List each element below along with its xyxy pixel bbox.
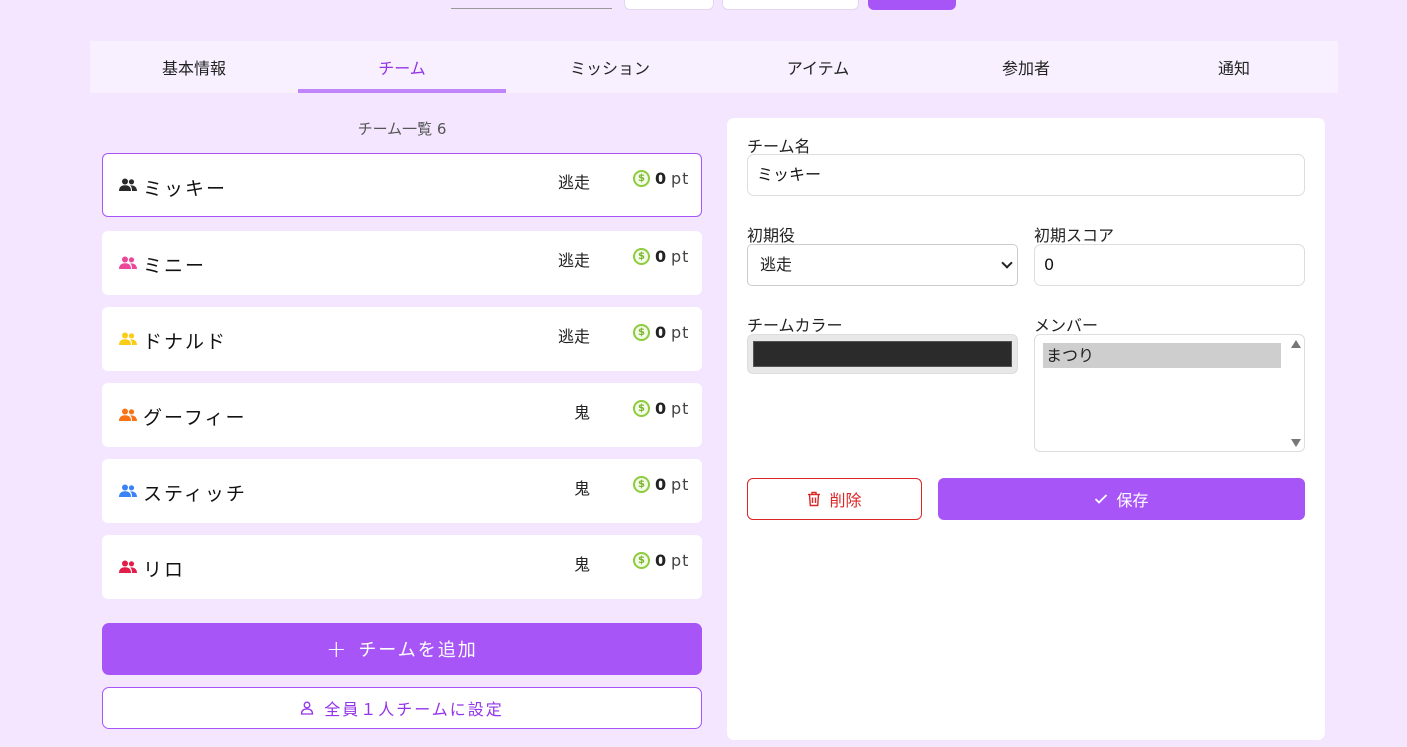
tab-basic-info[interactable]: 基本情報: [90, 41, 298, 93]
users-icon: [119, 332, 137, 345]
initial-score-input[interactable]: 0: [1034, 244, 1305, 286]
top-action-button[interactable]: [868, 0, 956, 10]
users-icon: [119, 484, 137, 497]
tab-teams[interactable]: チーム: [298, 41, 506, 93]
users-icon: [119, 256, 137, 269]
team-name: リロ: [143, 559, 186, 581]
team-card[interactable]: スティッチ 鬼 $ 0 pt: [102, 459, 702, 523]
tab-notifications[interactable]: 通知: [1130, 41, 1338, 93]
team-name: グーフィー: [143, 407, 247, 429]
coin-icon: $: [633, 324, 650, 341]
team-score: 0: [655, 247, 667, 266]
scroll-down-arrow[interactable]: [1291, 439, 1301, 447]
coin-icon: $: [633, 248, 650, 265]
team-score: 0: [655, 169, 667, 188]
coin-icon: $: [633, 476, 650, 493]
team-list-title: チーム一覧 6: [357, 120, 447, 138]
chevron-down-icon: [1001, 257, 1013, 269]
color-swatch: [753, 341, 1012, 367]
team-score: 0: [655, 475, 667, 494]
score-unit: pt: [671, 551, 690, 570]
tab-participants[interactable]: 参加者: [922, 41, 1130, 93]
team-score: 0: [655, 551, 667, 570]
team-card[interactable]: ミニー 逃走 $ 0 pt: [102, 231, 702, 295]
plus-icon: +: [326, 635, 349, 663]
top-search-input[interactable]: [451, 0, 612, 9]
score-unit: pt: [671, 323, 690, 342]
member-option[interactable]: まつり: [1043, 343, 1281, 368]
team-role: 逃走: [557, 327, 590, 346]
save-label: 保存: [1116, 491, 1149, 510]
team-name-input[interactable]: ミッキー: [747, 154, 1305, 196]
team-role: 逃走: [557, 251, 590, 270]
scroll-up-arrow[interactable]: [1291, 340, 1301, 348]
score-unit: pt: [671, 475, 690, 494]
coin-icon: $: [633, 170, 650, 187]
team-role: 鬼: [573, 403, 590, 422]
members-label: メンバー: [1034, 316, 1099, 335]
team-role: 鬼: [573, 479, 590, 498]
initial-role-value: 逃走: [760, 255, 793, 274]
team-name: スティッチ: [143, 483, 247, 505]
tab-bar: 基本情報 チーム ミッション アイテム 参加者 通知: [90, 41, 1338, 93]
team-score: 0: [655, 323, 667, 342]
delete-button[interactable]: 削除: [747, 478, 922, 520]
user-icon: [301, 701, 314, 715]
team-editor-panel: チーム名 ミッキー 初期役 逃走 初期スコア 0 チームカラー メンバー まつり…: [727, 118, 1325, 740]
coin-icon: $: [633, 400, 650, 417]
team-role: 鬼: [573, 555, 590, 574]
team-role: 逃走: [557, 173, 590, 192]
team-card[interactable]: グーフィー 鬼 $ 0 pt: [102, 383, 702, 447]
initial-role-select[interactable]: 逃走: [747, 244, 1018, 286]
add-team-label: チームを追加: [358, 640, 478, 661]
tab-items[interactable]: アイテム: [714, 41, 922, 93]
team-card[interactable]: リロ 鬼 $ 0 pt: [102, 535, 702, 599]
team-score: 0: [655, 399, 667, 418]
members-listbox[interactable]: まつり: [1034, 334, 1305, 452]
team-name: ミッキー: [143, 178, 228, 200]
delete-label: 削除: [829, 491, 862, 510]
score-unit: pt: [671, 169, 690, 188]
users-icon: [119, 408, 137, 421]
trash-icon: [808, 491, 821, 507]
tab-missions[interactable]: ミッション: [506, 41, 714, 93]
initial-score-label: 初期スコア: [1034, 226, 1115, 245]
check-icon: [1095, 494, 1108, 504]
team-card[interactable]: ドナルド 逃走 $ 0 pt: [102, 307, 702, 371]
users-icon: [119, 560, 137, 573]
users-icon: [119, 178, 137, 191]
team-name: ミニー: [143, 255, 207, 277]
team-color-picker[interactable]: [747, 334, 1018, 374]
team-name: ドナルド: [143, 331, 228, 353]
coin-icon: $: [633, 552, 650, 569]
team-color-label: チームカラー: [747, 316, 843, 335]
set-single-teams-label: 全員１人チームに設定: [324, 700, 504, 719]
score-unit: pt: [671, 247, 690, 266]
team-card[interactable]: ミッキー 逃走 $ 0 pt: [102, 153, 702, 217]
set-single-teams-button[interactable]: 全員１人チームに設定: [102, 687, 702, 729]
top-control-2[interactable]: [722, 0, 859, 10]
score-unit: pt: [671, 399, 690, 418]
top-control-1[interactable]: [624, 0, 714, 10]
save-button[interactable]: 保存: [938, 478, 1305, 520]
initial-role-label: 初期役: [747, 226, 796, 245]
add-team-button[interactable]: + チームを追加: [102, 623, 702, 675]
